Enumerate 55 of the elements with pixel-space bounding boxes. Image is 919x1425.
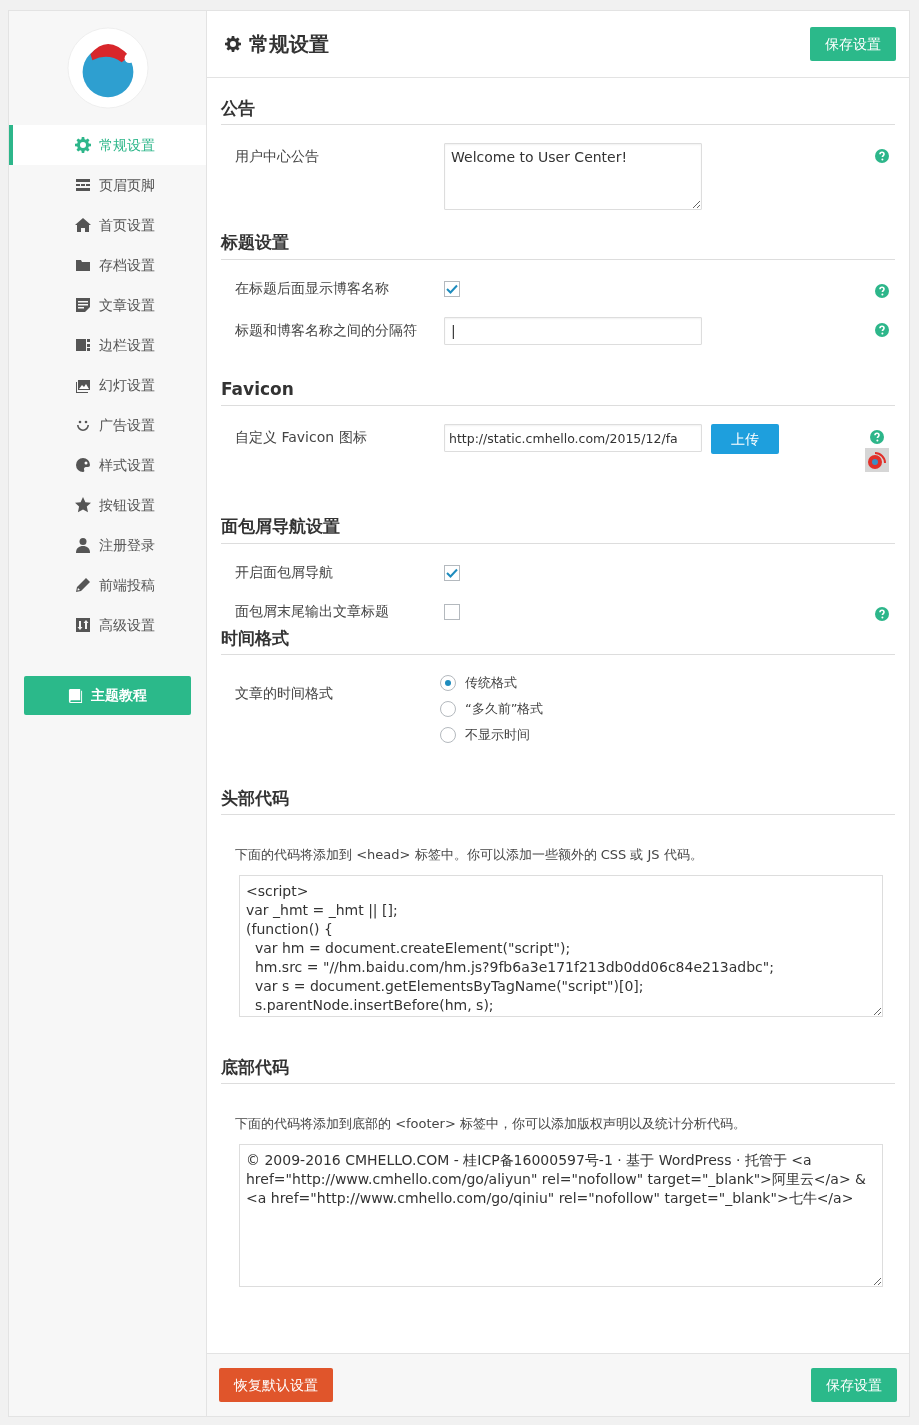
- transfer-icon: [75, 617, 91, 633]
- book-icon: [68, 688, 83, 703]
- field-label: 文章的时间格式: [235, 683, 334, 703]
- field-label: 在标题后面显示博客名称: [235, 278, 390, 298]
- sidebar-icon: [75, 337, 91, 353]
- section-title: Favicon: [221, 344, 895, 407]
- help-text: 下面的代码将添加到 <head> 标签中。你可以添加一些额外的 CSS 或 JS 代码。: [234, 846, 704, 865]
- images-icon: [75, 377, 91, 393]
- field-label: 开启面包屑导航: [235, 562, 334, 582]
- checkbox[interactable]: [444, 564, 460, 581]
- field-label: 用户中心公告: [235, 147, 320, 167]
- field-label: 标题和博客名称之间的分隔符: [235, 320, 418, 340]
- code-editor[interactable]: © 2009-2016 CMHELLO.COM - 桂ICP备16000597号-1 · 基于 WordPress · 托管于 <a href="http://www.cmhello.com/go/aliyun" rel="nofollow" target="_blank">阿里云</a> & <a href="http://www.cmhello.com/go/qiniu" rel="nofollow" target="_blank">七牛</a>: [239, 1143, 883, 1287]
- home-icon: [75, 217, 91, 233]
- sidebar-item[interactable]: 样式设置: [9, 445, 206, 485]
- section-title: 时间格式: [221, 621, 895, 655]
- sidebar-item[interactable]: 高级设置: [9, 605, 206, 645]
- section-title: 面包屑导航设置: [221, 472, 895, 544]
- sidebar-item[interactable]: 页眉页脚: [9, 165, 206, 205]
- checkbox[interactable]: [444, 280, 460, 297]
- gear-icon: [75, 137, 91, 153]
- section-title: 底部代码: [221, 1016, 895, 1085]
- url-field[interactable]: http://static.cmhello.com/2015/12/fa: [444, 424, 702, 453]
- header-footer-icon: [75, 177, 91, 193]
- sidebar-item[interactable]: 边栏设置: [9, 325, 206, 365]
- sidebar-item[interactable]: 注册登录: [9, 525, 206, 565]
- palette-icon: [75, 457, 91, 473]
- sidebar-item[interactable]: 幻灯设置: [9, 365, 206, 405]
- folder-icon: [75, 257, 91, 273]
- radio-option[interactable]: “多久前”格式: [440, 695, 698, 722]
- page-title: 常规设置: [249, 32, 329, 56]
- code-editor[interactable]: <script> var _hmt = _hmt || []; (function() { var hm = document.createElement("script"); hm.src = "//hm.baidu.com/hm.js?9fb6a3e171f213db0dd06c84e213adbc"; var s = document.getElementsByTagName("script")[0]; s.parentNode.insertBefore(hm, s);: [239, 874, 883, 1017]
- gear-icon: [225, 36, 241, 52]
- field-label: 面包屑末尾输出文章标题: [235, 601, 390, 621]
- sidebar-item[interactable]: 存档设置: [9, 245, 206, 285]
- pencil-icon: [75, 577, 91, 593]
- section-title: 头部代码: [221, 747, 895, 816]
- help-text: 下面的代码将添加到底部的 <footer> 标签中，你可以添加版权声明以及统计分析代码。: [234, 1115, 747, 1134]
- sidebar-item[interactable]: 按钮设置: [9, 485, 206, 525]
- sidebar-item[interactable]: 首页设置: [9, 205, 206, 245]
- reset-button[interactable]: 恢复默认设置: [219, 1368, 333, 1402]
- star-icon: [75, 497, 91, 513]
- radio-option[interactable]: 不显示时间: [440, 721, 698, 748]
- sidebar-item[interactable]: 广告设置: [9, 405, 206, 445]
- field-label: 自定义 Favicon 图标: [235, 428, 368, 448]
- section-title: 公告: [221, 78, 895, 126]
- user-icon: [75, 537, 91, 553]
- document-icon: [75, 297, 91, 313]
- input-field[interactable]: |: [444, 316, 702, 345]
- section-title: 标题设置: [221, 210, 895, 260]
- checkbox[interactable]: [444, 603, 460, 620]
- radio-option[interactable]: 传统格式: [440, 669, 698, 696]
- sidebar-item[interactable]: 前端投稿: [9, 565, 206, 605]
- sidebar-item[interactable]: 文章设置: [9, 285, 206, 325]
- text-area[interactable]: Welcome to User Center!: [444, 143, 702, 211]
